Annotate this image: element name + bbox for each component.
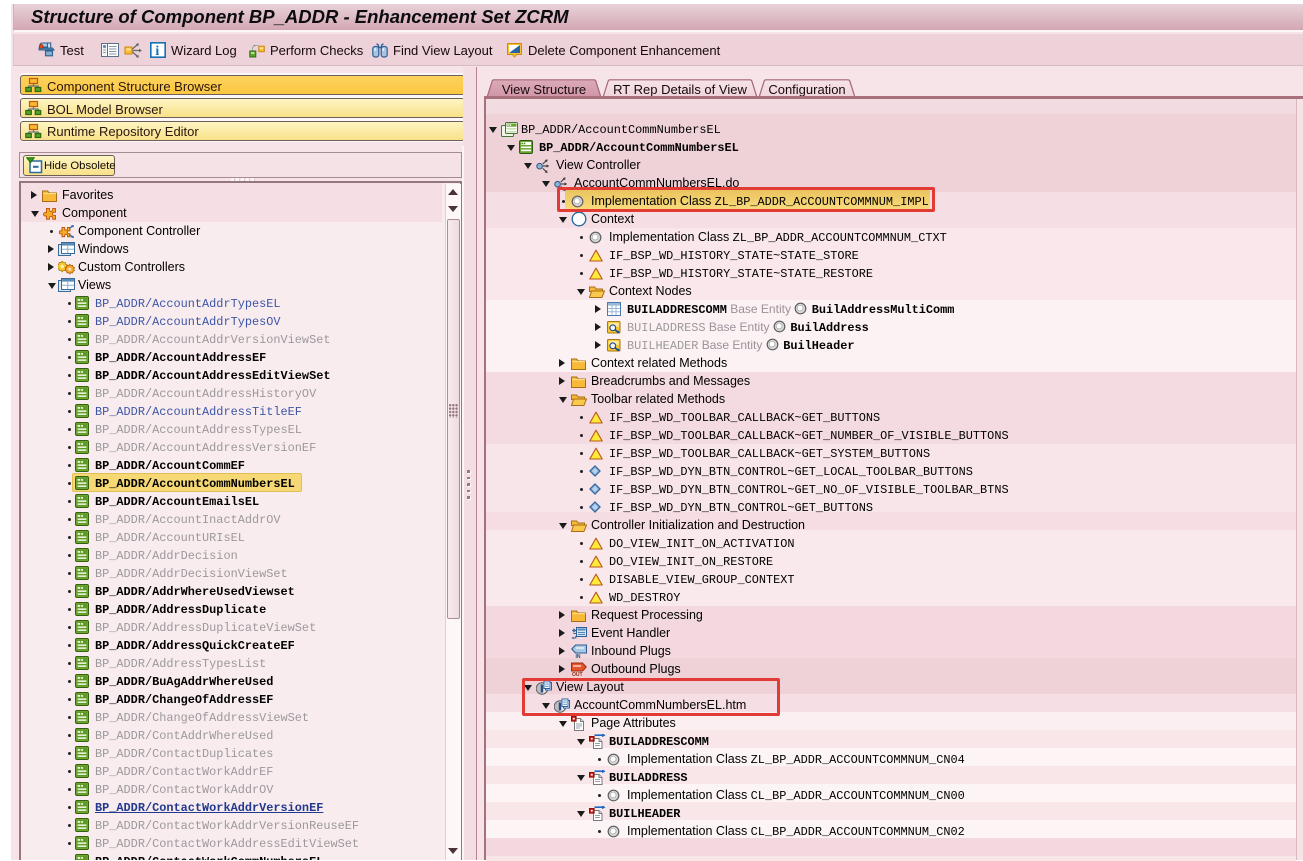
svg-text:OUT: OUT <box>572 672 583 676</box>
svg-text:IN: IN <box>576 654 581 658</box>
